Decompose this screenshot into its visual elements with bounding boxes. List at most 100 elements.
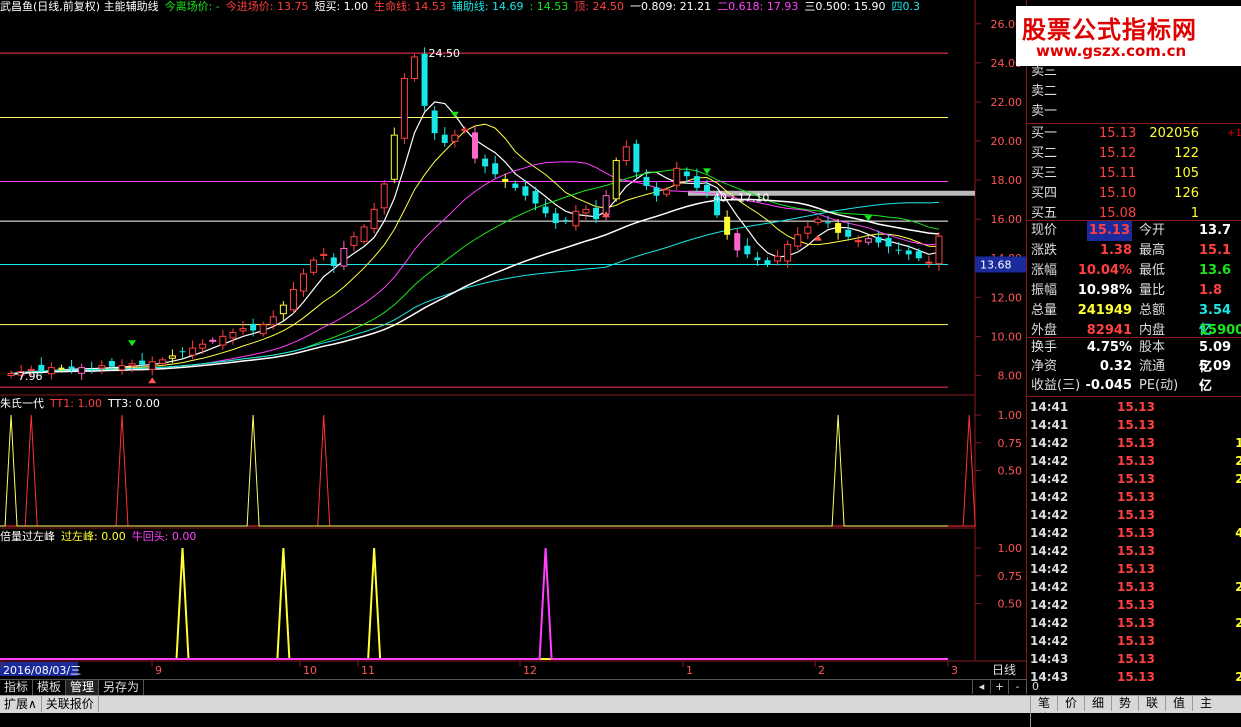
candle-body [451, 134, 459, 142]
main-title-item: 二0.618: 17.93 [717, 0, 799, 13]
candle-body [300, 273, 308, 292]
date-tick-label: 11 [361, 664, 375, 677]
date-tick-label: 12 [523, 664, 537, 677]
tick-volume: 2 [1177, 560, 1241, 578]
indicator-tabs: 指标 模板 管理 另存为 [0, 679, 1026, 696]
side-tab[interactable]: 联 [1138, 695, 1165, 711]
current-price-tag: 13.68 [980, 258, 1012, 271]
candle-body [98, 365, 106, 369]
ma-line-60 [10, 201, 940, 374]
zoom-button[interactable]: 0 [1026, 679, 1044, 694]
finance-label: 股本 [1139, 340, 1166, 355]
tick-price: 15.13 [1117, 436, 1155, 450]
signal-line [0, 547, 948, 660]
tick-price: 15.13 [1117, 400, 1155, 414]
finance-label: 净资 [1031, 359, 1058, 374]
candle-body [441, 134, 448, 143]
quote-panel: 卖三 卖二 卖一 买一 15.13 202056 +1 买二 15.12 122 买三 15.11 10… [1026, 0, 1241, 694]
side-tab[interactable]: 势 [1111, 695, 1138, 711]
side-tab[interactable]: 值 [1165, 695, 1192, 711]
tick-row: 14:42 15.13 1 [1027, 596, 1241, 614]
candle-body [895, 249, 902, 251]
candle-body [542, 206, 549, 214]
finance-label: 换手 [1031, 340, 1058, 355]
quote-row: 总量 241949 总额 3.54亿 [1027, 301, 1241, 338]
candle-body [572, 210, 580, 227]
date-tick-label: 10 [303, 664, 317, 677]
candle-body [784, 244, 792, 262]
candle-body [482, 158, 489, 167]
tick-time: 14:42 [1030, 580, 1069, 594]
indicator-tab[interactable]: 模板 [33, 680, 67, 695]
tick-row: 14:42 15.13 5 [1027, 488, 1241, 506]
buy-level-label: 买四 [1031, 186, 1058, 201]
side-tab[interactable]: 主 [1192, 695, 1219, 711]
indicator-tab[interactable]: 管理 [66, 680, 100, 695]
tick-time: 14:42 [1030, 634, 1069, 648]
quote-row: 买三 15.11 105 [1027, 164, 1241, 184]
buy-level-change: +1 [1227, 128, 1241, 139]
tick-time: 14:41 [1030, 400, 1069, 414]
candle-body [794, 234, 802, 247]
indicator-tab[interactable]: 指标 [0, 680, 34, 695]
candle-body [88, 369, 95, 371]
candle-body [289, 288, 297, 311]
finance-value: -0.045 [1085, 378, 1132, 393]
sub-tick-label: 0.75 [998, 437, 1023, 450]
side-tab[interactable]: 笔 [1030, 695, 1057, 711]
tick-row: 14:42 15.13 26 [1027, 578, 1241, 596]
side-tab[interactable]: 价 [1057, 695, 1084, 711]
candle-body [340, 247, 348, 267]
tick-row: 14:41 15.13 6 [1027, 398, 1241, 416]
quote-row: 卖二 [1027, 82, 1241, 102]
candle-body [643, 176, 650, 186]
zoom-controls: ◂ + -0 [972, 679, 1044, 695]
candle-body [199, 343, 207, 349]
candle-body [502, 178, 509, 183]
zoom-button[interactable]: + [990, 679, 1008, 694]
quote-label: 现价 [1031, 223, 1058, 238]
side-tab[interactable]: 筹 [1030, 711, 1057, 727]
tick-row: 14:42 15.13 20 [1027, 614, 1241, 632]
zoom-button[interactable]: ◂ [972, 679, 990, 694]
period-label[interactable]: 日线 [982, 662, 1026, 678]
bottom-bar-button[interactable]: 扩展∧ [0, 696, 42, 712]
finance-label: PE(动) [1139, 378, 1179, 393]
quote-value: 15.1 [1199, 243, 1232, 258]
candle-body [360, 226, 368, 242]
indicator-tab[interactable]: 另存为 [99, 680, 145, 695]
buy-level-volume: 126 [1174, 186, 1199, 201]
price-tick-label: 12.00 [991, 291, 1023, 304]
quote-value: 1.8 [1199, 283, 1223, 298]
quote-row: 涨幅 10.04% 最低 13.6 [1027, 261, 1241, 281]
tick-time: 14:42 [1030, 526, 1069, 540]
candle-body [118, 365, 126, 371]
sub2-title-item: 过左峰: 0.00 [61, 530, 126, 543]
quote-label: 总量 [1031, 303, 1058, 318]
kline-chart[interactable]: 26.0024.0022.0020.0018.0016.0014.0012.00… [0, 0, 1026, 680]
candle-body [885, 237, 892, 247]
candle-body [68, 366, 75, 369]
side-tab[interactable]: 细 [1084, 695, 1111, 711]
candle-body [905, 250, 912, 255]
quote-value: 1.38 [1099, 243, 1132, 258]
main-title-item: 今离场价: - [164, 0, 220, 13]
tick-row: 14:42 15.13 3 [1027, 632, 1241, 650]
bottom-bar-button[interactable]: 关联报价 [42, 696, 99, 712]
candle-body [814, 218, 822, 223]
candle-body [410, 56, 418, 79]
tick-price: 15.13 [1117, 670, 1155, 684]
quote-value: 241949 [1077, 303, 1132, 318]
tick-row: 14:42 15.13 10 [1027, 434, 1241, 452]
finance-value: - [1199, 378, 1205, 393]
sub1-title-item: TT1: 1.00 [50, 397, 102, 410]
candle-body [744, 245, 751, 255]
tick-price: 15.13 [1117, 526, 1155, 540]
kline-chart-area[interactable]: 26.0024.0022.0020.0018.0016.0014.0012.00… [0, 0, 1026, 680]
candle-body [875, 237, 882, 243]
watermark-logo: 股票公式指标网 www.gszx.com.cn [1016, 6, 1241, 66]
side-tabs: 笔价细势联值主筹 [1030, 695, 1241, 727]
candle-body [472, 132, 478, 159]
zoom-button[interactable]: - [1008, 679, 1026, 694]
tick-volume: 3 [1177, 416, 1241, 434]
